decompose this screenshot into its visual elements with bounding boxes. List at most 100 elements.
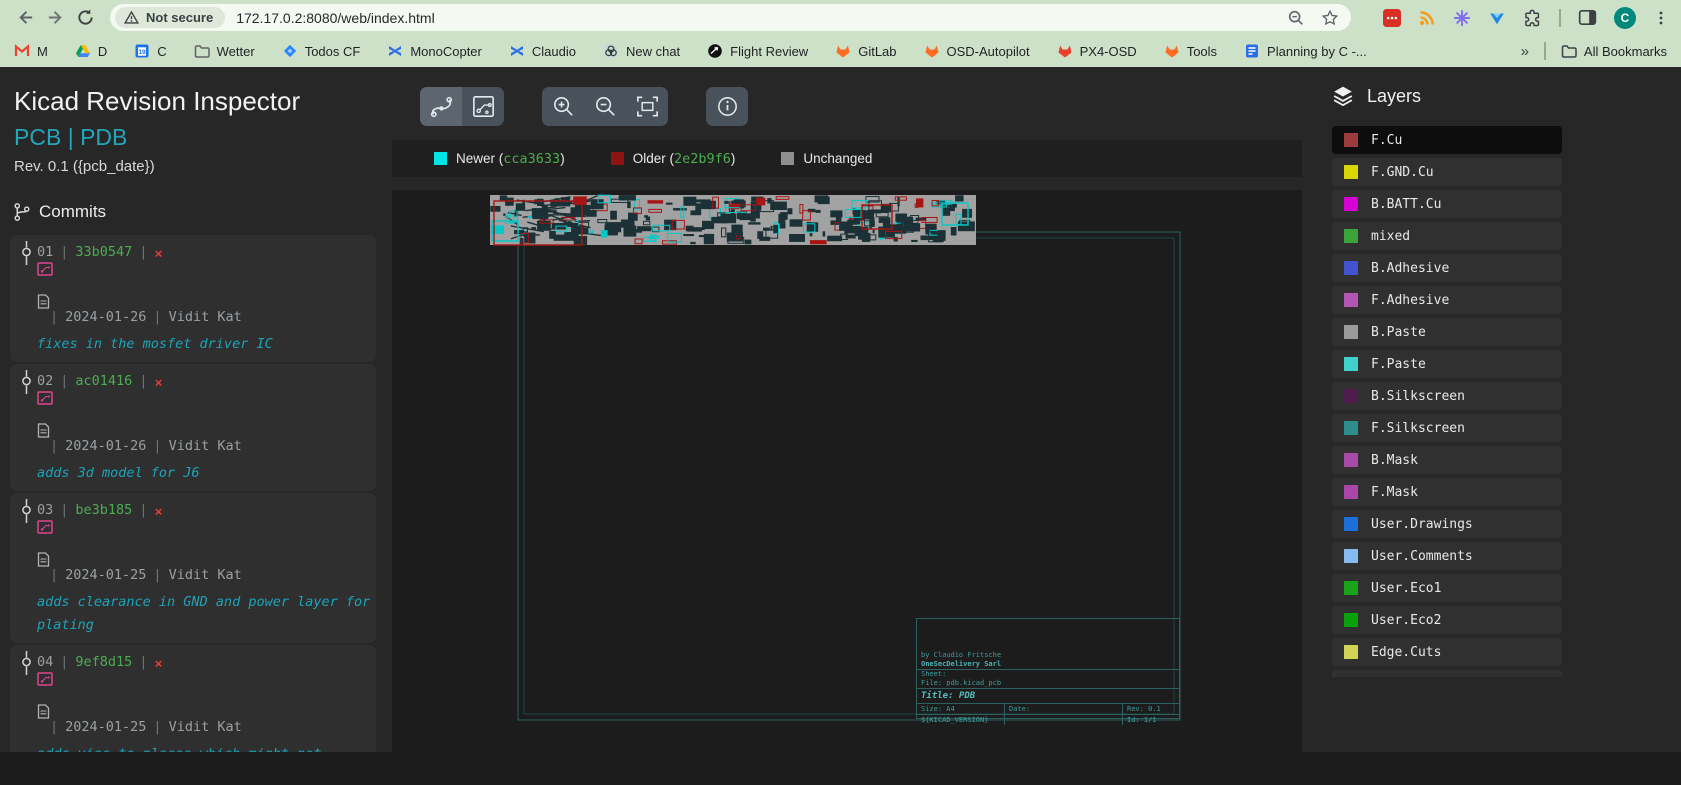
info-button[interactable] <box>706 87 748 126</box>
commit-item[interactable]: 01|33b0547|×|2024-01-26|Vidit Katfixes i… <box>10 235 376 362</box>
titleblock-rev: Rev: 0.1 <box>1123 704 1179 714</box>
layer-item[interactable]: mixed <box>1332 222 1562 250</box>
titleblock-company: OneSecDelivery Sarl <box>917 660 1179 669</box>
layer-item[interactable]: B.BATT.Cu <box>1332 190 1562 218</box>
nav-link-pdb[interactable]: PDB <box>80 124 127 150</box>
forward-button[interactable] <box>40 4 70 32</box>
rss-extension-icon[interactable] <box>1418 9 1436 27</box>
layer-item[interactable]: User.Eco1 <box>1332 574 1562 602</box>
bookmarks-overflow-chevron[interactable]: » <box>1521 43 1529 60</box>
gem-extension-icon[interactable] <box>1488 9 1506 27</box>
bookmark-item[interactable]: MonoCopter <box>387 43 482 59</box>
browser-toolbar: Not secure 172.17.0.2:8080/web/index.htm… <box>0 0 1681 35</box>
password-extension-icon[interactable] <box>1383 9 1401 27</box>
pcb-diff-icon[interactable] <box>37 520 376 534</box>
bookmark-item[interactable]: Planning by C -... <box>1244 43 1367 59</box>
commit-hash[interactable]: 9ef8d15 <box>75 654 132 670</box>
diff-viewer-column: Newer (cca3633) Older (2e2b9f6) Unchange… <box>392 67 1302 752</box>
folder-icon <box>1561 43 1577 59</box>
pcb-diff-icon[interactable] <box>37 391 376 405</box>
commit-item[interactable]: 03|be3b185|×|2024-01-25|Vidit Katadds cl… <box>10 493 376 643</box>
zoom-out-button[interactable] <box>584 87 626 126</box>
commit-doc-icon[interactable] <box>37 552 376 567</box>
zoom-indicator-icon[interactable] <box>1287 9 1305 27</box>
bookmark-item[interactable]: D <box>75 43 107 59</box>
commit-item[interactable]: 02|ac01416|×|2024-01-26|Vidit Katadds 3d… <box>10 364 376 491</box>
snowflake-extension-icon[interactable] <box>1453 9 1471 27</box>
page-title: Kicad Revision Inspector <box>14 86 376 117</box>
layer-item[interactable]: B.Paste <box>1332 318 1562 346</box>
layer-label: F.Silkscreen <box>1371 421 1465 436</box>
all-bookmarks-label: All Bookmarks <box>1584 44 1667 59</box>
commit-item[interactable]: 04|9ef8d15|×|2024-01-25|Vidit Katadds vi… <box>10 645 376 752</box>
commit-hash[interactable]: be3b185 <box>75 502 132 518</box>
commit-hash[interactable]: 33b0547 <box>75 244 132 260</box>
layer-item[interactable]: Edge.Cuts <box>1332 638 1562 666</box>
layer-item[interactable]: B.Adhesive <box>1332 254 1562 282</box>
layer-label: B.Mask <box>1371 453 1418 468</box>
bookmarks-bar: M D 19C Wetter Todos CF MonoCopter Claudio New … <box>0 35 1681 67</box>
bookmark-item[interactable]: GitLab <box>835 43 896 59</box>
layer-item[interactable]: B.Silkscreen <box>1332 382 1562 410</box>
layer-item[interactable]: F.GND.Cu <box>1332 158 1562 186</box>
layer-item[interactable]: User.Eco2 <box>1332 606 1562 634</box>
schematic-view-button[interactable] <box>420 87 462 126</box>
pcb-diff-icon[interactable] <box>37 672 376 686</box>
viewer-toolbar <box>420 87 1302 126</box>
titleblock-id: Id: 1/1 <box>1123 715 1179 725</box>
layer-item[interactable]: User.Comments <box>1332 542 1562 570</box>
board-view-button[interactable] <box>462 87 504 126</box>
zoom-fit-button[interactable] <box>626 87 668 126</box>
bookmark-star-icon[interactable] <box>1321 9 1339 27</box>
all-bookmarks-button[interactable]: All Bookmarks <box>1561 43 1667 59</box>
layer-label: B.Adhesive <box>1371 261 1449 276</box>
layer-label: Margin <box>1371 677 1418 678</box>
pcb-diff-canvas[interactable]: by Claudio Fritsche OneSecDelivery Sarl … <box>392 190 1302 752</box>
commit-doc-icon[interactable] <box>37 423 376 438</box>
side-panel-icon[interactable] <box>1578 8 1597 27</box>
commit-doc-icon[interactable] <box>37 704 376 719</box>
layer-color-swatch <box>1344 549 1358 563</box>
extensions-puzzle-icon[interactable] <box>1523 8 1542 27</box>
security-chip[interactable]: Not secure <box>115 7 225 28</box>
menu-kebab-icon[interactable] <box>1653 10 1669 26</box>
titleblock-size: Size: A4 <box>917 704 1005 714</box>
layers-icon <box>1332 85 1354 107</box>
reload-button[interactable] <box>70 4 100 32</box>
layer-item[interactable]: F.Mask <box>1332 478 1562 506</box>
layer-color-swatch <box>1344 453 1358 467</box>
commits-list: 01|33b0547|×|2024-01-26|Vidit Katfixes i… <box>0 235 376 752</box>
layer-color-swatch <box>1344 293 1358 307</box>
back-button[interactable] <box>10 4 40 32</box>
url-bar[interactable]: Not secure 172.17.0.2:8080/web/index.htm… <box>110 4 1351 31</box>
layer-item[interactable]: User.Drawings <box>1332 510 1562 538</box>
board-nav: PCB | PDB <box>14 124 376 151</box>
bookmark-item[interactable]: 19C <box>134 43 166 59</box>
schematic-missing-icon: × <box>154 375 162 391</box>
bookmark-item[interactable]: Claudio <box>509 43 576 59</box>
bookmark-item[interactable]: New chat <box>603 43 680 59</box>
layer-item[interactable]: F.Silkscreen <box>1332 414 1562 442</box>
commit-hash[interactable]: ac01416 <box>75 373 132 389</box>
bookmark-item[interactable]: Todos CF <box>282 43 361 59</box>
commit-doc-icon[interactable] <box>37 294 376 309</box>
sheet-title-block: by Claudio Fritsche OneSecDelivery Sarl … <box>916 618 1180 719</box>
bookmark-item[interactable]: Flight Review <box>707 43 808 59</box>
bookmark-item[interactable]: Tools <box>1164 43 1217 59</box>
layer-label: User.Comments <box>1371 549 1473 564</box>
bookmark-item[interactable]: Wetter <box>194 43 255 59</box>
layer-item[interactable]: B.Mask <box>1332 446 1562 474</box>
layer-color-swatch <box>1344 261 1358 275</box>
layer-item[interactable]: F.Cu <box>1332 126 1562 154</box>
bookmark-item[interactable]: OSD-Autopilot <box>924 43 1030 59</box>
zoom-in-button[interactable] <box>542 87 584 126</box>
bookmark-item[interactable]: M <box>14 43 48 59</box>
profile-avatar[interactable]: C <box>1614 7 1636 29</box>
nav-link-pcb[interactable]: PCB <box>14 124 61 150</box>
layer-item[interactable]: F.Adhesive <box>1332 286 1562 314</box>
kicad-revision-inspector-app: Kicad Revision Inspector PCB | PDB Rev. … <box>0 67 1681 752</box>
layer-item[interactable]: F.Paste <box>1332 350 1562 378</box>
bookmark-item[interactable]: PX4-OSD <box>1057 43 1137 59</box>
layer-item[interactable]: Margin <box>1332 670 1562 677</box>
pcb-diff-icon[interactable] <box>37 262 376 276</box>
